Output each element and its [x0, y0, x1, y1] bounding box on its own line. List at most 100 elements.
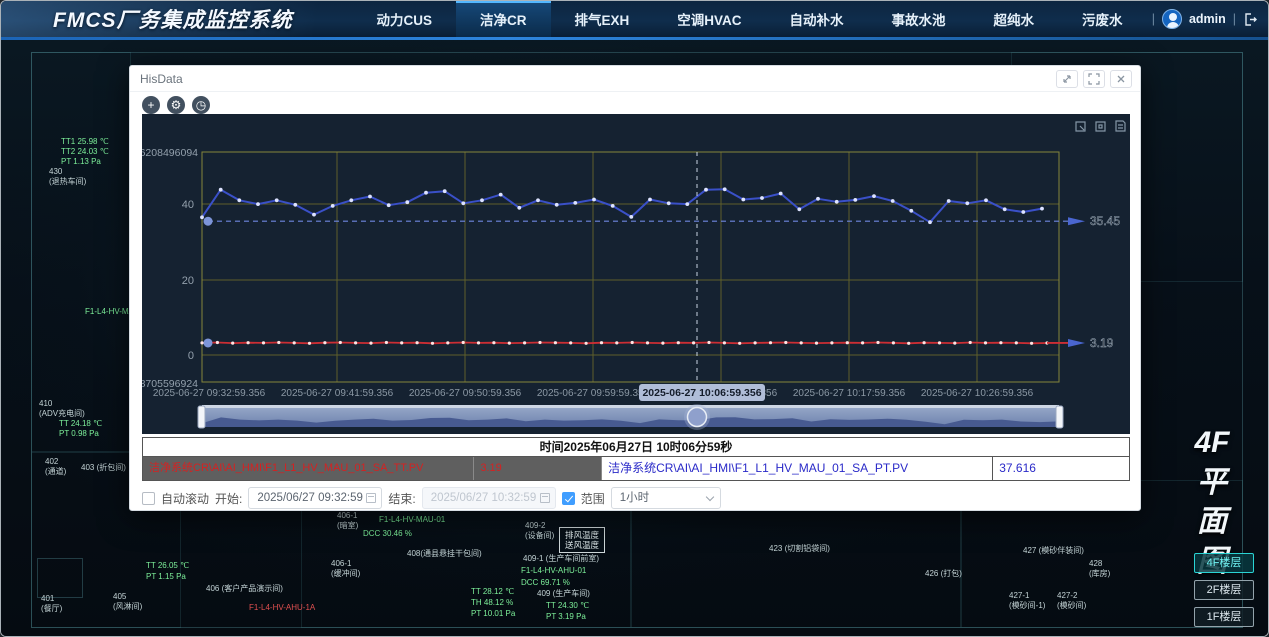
floorplan-room — [631, 510, 961, 628]
floorplan-label: 排风温度 送风温度 — [559, 527, 605, 553]
calendar-icon — [540, 493, 550, 503]
floorplan-label: 406-1 (暗室) — [337, 511, 358, 530]
floor-button-2F楼层[interactable]: 2F楼层 — [1194, 580, 1254, 600]
floorplan-label: 409-2 (设备间) — [525, 521, 554, 540]
floorplan-label: DCC 69.71 % — [521, 578, 570, 588]
separator: | — [1233, 12, 1236, 26]
dialog-window-buttons — [1056, 70, 1132, 88]
svg-text:2025-06-27 10:17:59.356: 2025-06-27 10:17:59.356 — [793, 388, 906, 399]
tag-cell-blue[interactable]: 洁净系统CR\AI\AI_HMI\F1_L1_HV_MAU_01_SA_PT.P… — [602, 457, 993, 480]
floorplan-label: 408(通县悬挂干包间) — [407, 549, 482, 559]
time-icon[interactable]: ◷ — [192, 96, 210, 114]
floorplan-label: 406-1 (缓冲间) — [331, 559, 360, 578]
floorplan-label: 403 (折包间) — [81, 463, 126, 473]
floorplan-label: 430 (退热车间) — [49, 167, 86, 186]
svg-text:2025-06-27 10:06:59.356: 2025-06-27 10:06:59.356 — [642, 387, 761, 399]
floorplan-label: TT 24.18 ℃ — [59, 419, 102, 429]
floorplan-title-line: 平 — [1182, 463, 1242, 503]
dialog-fullscreen-button[interactable] — [1083, 70, 1105, 88]
nav-tab-2[interactable]: 洁净CR — [456, 1, 551, 37]
floorplan-label: F1-L4-HV-MAU-01 — [379, 515, 445, 525]
floorplan-title-line: 面 — [1182, 502, 1242, 542]
separator: | — [1152, 12, 1155, 26]
history-chart[interactable]: 40200342620849609462787055969242025-06-2… — [142, 114, 1130, 434]
svg-text:2025-06-27 09:32:59.356: 2025-06-27 09:32:59.356 — [153, 388, 266, 399]
dialog-restore-button[interactable] — [1056, 70, 1078, 88]
nav-tab-6[interactable]: 事故水池 — [868, 1, 970, 37]
end-datetime-input[interactable]: 2025/06/27 10:32:59 — [422, 487, 556, 509]
floorplan-label: 406 (客户产品演示间) — [206, 584, 283, 594]
floorplan-label: F1-L4-HV-AHU-01 — [521, 566, 586, 576]
calendar-icon[interactable] — [366, 493, 376, 503]
nav-tab-1[interactable]: 动力CUS — [353, 1, 457, 37]
hisdata-dialog: HisData +⚙◷ 4020034262084960946278705596… — [129, 65, 1141, 511]
floorplan-label: TT1 25.98 ℃ — [61, 137, 109, 147]
nav-tab-5[interactable]: 自动补水 — [766, 1, 868, 37]
app-window: FMCS厂务集成监控系统 动力CUS洁净CR排气EXH空调HVAC自动补水事故水… — [0, 0, 1269, 637]
chevron-down-icon — [705, 493, 713, 501]
settings-icon[interactable]: ⚙ — [167, 96, 185, 114]
nav-tab-8[interactable]: 污废水 — [1058, 1, 1147, 37]
floorplan-label: 401 (餐厅) — [41, 594, 62, 613]
floorplan-label: PT 1.13 Pa — [61, 157, 101, 167]
range-checkbox[interactable] — [562, 492, 575, 505]
logout-icon[interactable] — [1243, 12, 1258, 27]
nav-tab-3[interactable]: 排气EXH — [551, 1, 654, 37]
floor-button-1F楼层[interactable]: 1F楼层 — [1194, 607, 1254, 627]
floorplan-label: 428 (库房) — [1089, 559, 1110, 578]
svg-text:2025-06-27 09:41:59.356: 2025-06-27 09:41:59.356 — [281, 388, 394, 399]
floorplan-room — [31, 52, 131, 452]
svg-text:35.45: 35.45 — [1090, 214, 1120, 228]
floorplan-label: F1-L4-HV-AHU-1A — [249, 603, 315, 613]
user-avatar-icon[interactable] — [1162, 9, 1182, 29]
nav-tab-7[interactable]: 超纯水 — [970, 1, 1059, 37]
value-cell-red[interactable]: 3.19 — [474, 457, 602, 480]
range-select[interactable]: 1小时 — [611, 487, 721, 509]
floorplan-label: TT2 24.03 ℃ — [61, 147, 109, 157]
username: admin — [1189, 12, 1226, 26]
app-title: FMCS厂务集成监控系统 — [53, 4, 293, 34]
table-time-header: 时间2025年06月27日 10时06分59秒 — [142, 437, 1130, 457]
floorplan-label: PT 1.15 Pa — [146, 572, 186, 582]
floorplan-label: 426 (打包) — [925, 569, 962, 579]
svg-text:3.19: 3.19 — [1090, 336, 1114, 350]
floorplan-label: PT 10.01 Pa — [471, 609, 515, 619]
table-row[interactable]: 洁净系统CR\AI\AI_HMI\F1_L1_HV_MAU_01_SA_TT.P… — [142, 457, 1130, 481]
floorplan-label: PT 0.98 Pa — [59, 429, 99, 439]
autoscroll-checkbox[interactable] — [142, 492, 155, 505]
app-header: FMCS厂务集成监控系统 动力CUS洁净CR排气EXH空调HVAC自动补水事故水… — [1, 1, 1268, 37]
dialog-titlebar[interactable]: HisData — [130, 66, 1140, 92]
floor-button-4F楼层[interactable]: 4F楼层 — [1194, 553, 1254, 573]
svg-text:2025-06-27 09:59:59.356: 2025-06-27 09:59:59.356 — [537, 388, 650, 399]
values-table: 时间2025年06月27日 10时06分59秒 洁净系统CR\AI\AI_HMI… — [142, 437, 1130, 481]
user-area: | admin | — [1152, 1, 1258, 37]
floorplan-label: 427-2 (模砂间) — [1057, 591, 1086, 610]
svg-text:3426208496094: 3426208496094 — [142, 147, 198, 159]
start-datetime-input[interactable]: 2025/06/27 09:32:59 — [248, 487, 382, 509]
floorplan-label: TT 28.12 ℃ — [471, 587, 514, 597]
svg-text:40: 40 — [182, 199, 194, 211]
end-label: 结束: — [388, 490, 415, 507]
time-controls: 自动滚动 开始: 2025/06/27 09:32:59 结束: 2025/06… — [142, 486, 1130, 510]
svg-text:20: 20 — [182, 275, 194, 287]
floorplan-label: 427 (模砂伴装间) — [1023, 546, 1084, 556]
dialog-close-button[interactable] — [1110, 70, 1132, 88]
tag-cell-red[interactable]: 洁净系统CR\AI\AI_HMI\F1_L1_HV_MAU_01_SA_TT.P… — [143, 457, 474, 480]
dialog-toolbar: + ⚙ ◷ — [142, 96, 210, 114]
floor-buttons: 4F楼层 2F楼层 1F楼层 — [1194, 553, 1254, 627]
floorplan-label: 409-1 (生产车间前室) — [523, 554, 599, 564]
add-curve-icon[interactable]: + — [142, 96, 160, 114]
value-cell-blue[interactable]: 37.616 — [993, 457, 1129, 480]
floorplan-label: DCC 30.46 % — [363, 529, 412, 539]
floorplan-label: 427-1 (模砂间-1) — [1009, 591, 1045, 610]
floorplan-label: 423 (切割铝袋间) — [769, 544, 830, 554]
range-label: 范围 — [581, 490, 605, 507]
autoscroll-label: 自动滚动 — [161, 490, 209, 507]
floorplan-label: TT 26.05 ℃ — [146, 561, 189, 571]
svg-text:2025-06-27 10:26:59.356: 2025-06-27 10:26:59.356 — [921, 388, 1034, 399]
floorplan-room — [37, 558, 83, 598]
dialog-title: HisData — [140, 72, 183, 86]
floorplan-label: 409 (生产车间) — [537, 589, 590, 599]
floorplan-label: PT 3.19 Pa — [546, 612, 586, 622]
nav-tab-4[interactable]: 空调HVAC — [653, 1, 765, 37]
